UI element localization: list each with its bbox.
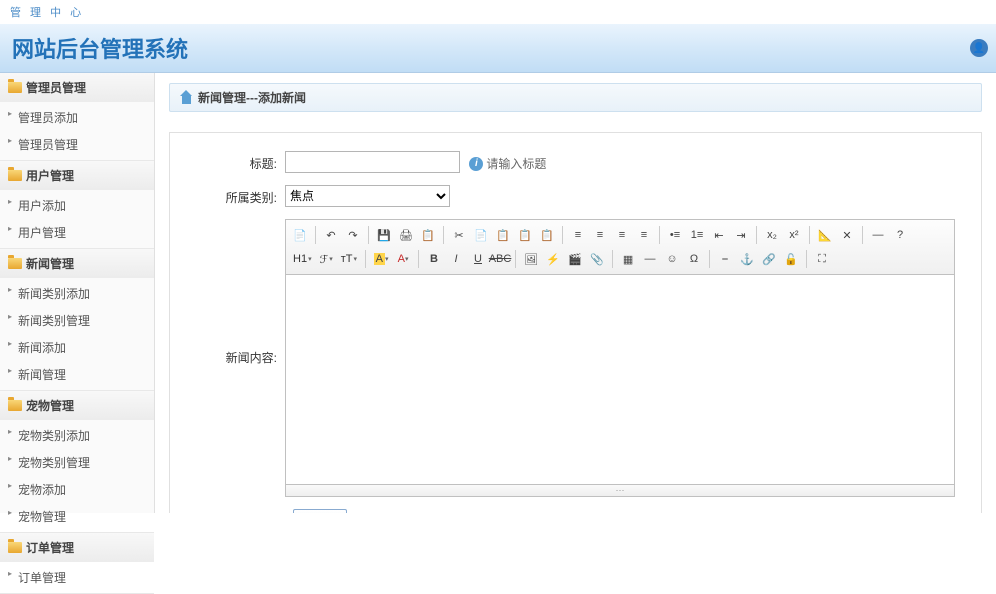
tb-size-select[interactable]: тT▾ — [338, 253, 360, 265]
breadcrumb-text: 新闻管理---添加新闻 — [198, 89, 306, 106]
sidebar-item-3-1[interactable]: 宠物类别管理 — [0, 449, 154, 476]
sidebar-group-4[interactable]: 订单管理 — [0, 533, 154, 562]
sidebar-group-3[interactable]: 宠物管理 — [0, 391, 154, 420]
tb-anchor-icon[interactable]: ⚓ — [737, 249, 757, 269]
tb-justify-icon[interactable]: ≡ — [634, 225, 654, 245]
tb-paste-icon[interactable]: 📋 — [493, 225, 513, 245]
header-user-icon[interactable]: 👤 — [970, 39, 988, 57]
title-input[interactable] — [285, 151, 460, 173]
sidebar-item-2-3[interactable]: 新闻管理 — [0, 361, 154, 388]
tb-indent+-icon[interactable]: ⇥ — [731, 225, 751, 245]
tb-color-icon[interactable]: A▾ — [393, 249, 413, 269]
submit-button[interactable]: 添加 — [293, 509, 347, 513]
sidebar-item-1-0[interactable]: 用户添加 — [0, 192, 154, 219]
tb-pbreak-icon[interactable]: ⎯ — [715, 249, 735, 269]
tb-paste2-icon[interactable]: 📋 — [515, 225, 535, 245]
rich-editor: 📄↶↷💾🖨📋✂📄📋📋📋≡≡≡≡•≡1≡⇤⇥x₂x²📐✕—? H1▾ℱ▾тT▾A▾… — [285, 219, 955, 497]
home-icon — [180, 92, 193, 104]
tb-ol-icon[interactable]: 1≡ — [687, 225, 707, 245]
tb-smile-icon[interactable]: ☺ — [662, 249, 682, 269]
tb-hr-icon[interactable]: — — [868, 225, 888, 245]
sidebar: 管理员管理管理员添加管理员管理用户管理用户添加用户管理新闻管理新闻类别添加新闻类… — [0, 73, 155, 513]
tb-flash-icon[interactable]: ⚡ — [543, 249, 563, 269]
sidebar-group-1[interactable]: 用户管理 — [0, 161, 154, 190]
tb-sub-icon[interactable]: x₂ — [762, 225, 782, 245]
tb-strike-icon[interactable]: ABC — [490, 249, 510, 269]
tb-undo-icon[interactable]: ↶ — [321, 225, 341, 245]
tb-file-icon[interactable]: 📎 — [587, 249, 607, 269]
sidebar-item-4-0[interactable]: 订单管理 — [0, 564, 154, 591]
tb-redo-icon[interactable]: ↷ — [343, 225, 363, 245]
tb-chars-icon[interactable]: Ω — [684, 249, 704, 269]
tb-img-icon[interactable]: 🖼 — [521, 249, 541, 269]
tb-font-select[interactable]: ℱ▾ — [317, 253, 336, 266]
editor-resize-handle[interactable]: ⋯ — [285, 485, 955, 497]
tb-new-icon[interactable]: 📄 — [290, 225, 310, 245]
tb-print-icon[interactable]: 🖨 — [396, 225, 416, 245]
title-hint: i 请输入标题 — [469, 155, 546, 172]
sidebar-group-2[interactable]: 新闻管理 — [0, 249, 154, 278]
sidebar-group-0[interactable]: 管理员管理 — [0, 73, 154, 102]
tb-unlink-icon[interactable]: 🔓 — [781, 249, 801, 269]
header: 网站后台管理系统 👤 — [0, 24, 996, 73]
sidebar-item-2-1[interactable]: 新闻类别管理 — [0, 307, 154, 334]
category-label: 所属类别: — [195, 185, 285, 206]
category-select[interactable]: 焦点 — [285, 185, 450, 207]
tb-help-icon[interactable]: ? — [890, 225, 910, 245]
folder-icon — [8, 170, 22, 181]
sidebar-item-3-3[interactable]: 宠物管理 — [0, 503, 154, 530]
tb-table-icon[interactable]: ▦ — [618, 249, 638, 269]
tb-right-icon[interactable]: ≡ — [612, 225, 632, 245]
form-panel: 标题: i 请输入标题 所属类别: 焦点 新闻内容: — [169, 132, 982, 513]
sidebar-item-1-1[interactable]: 用户管理 — [0, 219, 154, 246]
tb-heading-select[interactable]: H1▾ — [290, 253, 315, 265]
sidebar-item-3-2[interactable]: 宠物添加 — [0, 476, 154, 503]
sidebar-item-0-0[interactable]: 管理员添加 — [0, 104, 154, 131]
sidebar-item-3-0[interactable]: 宠物类别添加 — [0, 422, 154, 449]
content-label: 新闻内容: — [195, 219, 285, 366]
tb-tpl-icon[interactable]: 📋 — [418, 225, 438, 245]
site-title: 网站后台管理系统 — [12, 32, 984, 64]
tb-save-icon[interactable]: 💾 — [374, 225, 394, 245]
tb-indent--icon[interactable]: ⇤ — [709, 225, 729, 245]
info-icon: i — [469, 157, 483, 171]
title-label: 标题: — [195, 151, 285, 172]
folder-icon — [8, 82, 22, 93]
tb-italic-icon[interactable]: I — [446, 249, 466, 269]
tb-cut-icon[interactable]: ✂ — [449, 225, 469, 245]
tb-link-icon[interactable]: 🔗 — [759, 249, 779, 269]
sidebar-item-2-0[interactable]: 新闻类别添加 — [0, 280, 154, 307]
tb-copy-icon[interactable]: 📄 — [471, 225, 491, 245]
tb-hilite-icon[interactable]: A▾ — [371, 249, 391, 269]
tb-ul-icon[interactable]: •≡ — [665, 225, 685, 245]
editor-toolbar: 📄↶↷💾🖨📋✂📄📋📋📋≡≡≡≡•≡1≡⇤⇥x₂x²📐✕—? H1▾ℱ▾тT▾A▾… — [285, 219, 955, 275]
tb-sup-icon[interactable]: x² — [784, 225, 804, 245]
folder-icon — [8, 258, 22, 269]
main-content: 新闻管理---添加新闻 标题: i 请输入标题 所属类别: 焦点 — [155, 73, 996, 513]
tb-center-icon[interactable]: ≡ — [590, 225, 610, 245]
tb-hr2-icon[interactable]: — — [640, 249, 660, 269]
tb-left-icon[interactable]: ≡ — [568, 225, 588, 245]
tb-underline-icon[interactable]: U — [468, 249, 488, 269]
top-bar: 管 理 中 心 — [0, 0, 996, 24]
folder-icon — [8, 542, 22, 553]
editor-body[interactable] — [285, 275, 955, 485]
sidebar-item-0-1[interactable]: 管理员管理 — [0, 131, 154, 158]
tb-rule-icon[interactable]: 📐 — [815, 225, 835, 245]
tb-paste3-icon[interactable]: 📋 — [537, 225, 557, 245]
tb-fs-icon[interactable]: ⛶ — [812, 249, 832, 269]
tb-clear-icon[interactable]: ✕ — [837, 225, 857, 245]
sidebar-item-2-2[interactable]: 新闻添加 — [0, 334, 154, 361]
folder-icon — [8, 400, 22, 411]
breadcrumb: 新闻管理---添加新闻 — [169, 83, 982, 112]
tb-bold-icon[interactable]: B — [424, 249, 444, 269]
tb-media-icon[interactable]: 🎬 — [565, 249, 585, 269]
